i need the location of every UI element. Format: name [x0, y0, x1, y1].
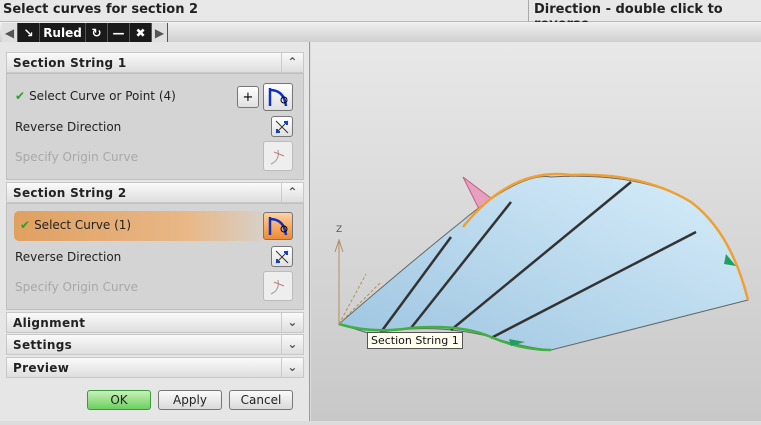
chevron-down-icon[interactable]: ⌄ [281, 358, 303, 377]
section-string-2-header[interactable]: Section String 2 ⌃ [6, 182, 304, 203]
close-icon[interactable]: ✖ [130, 23, 152, 42]
section-title: Section String 1 [13, 56, 127, 70]
section-string-1-header[interactable]: Section String 1 ⌃ [6, 52, 304, 73]
section-string-2-body: ✔ Select Curve (1) Reverse Direction Spec… [6, 203, 304, 310]
select-label: Select Curve (1) [34, 218, 132, 232]
dialog-title: Ruled [40, 23, 86, 42]
cue-line: Select curves for section 2 Direction - … [0, 0, 761, 32]
group-title: Preview [13, 361, 70, 375]
collapse-icon[interactable]: — [108, 23, 130, 42]
tooltip: Section String 1 [367, 332, 463, 349]
reverse-direction-label: Reverse Direction [15, 250, 122, 264]
chevron-down-icon[interactable]: ⌄ [281, 335, 303, 354]
dialog-rail: ◀ ↘ Ruled ↻ — ✖ ▶ [0, 22, 761, 42]
point-dialog-icon[interactable]: + [237, 86, 259, 108]
origin-curve-icon [263, 141, 293, 171]
specify-origin-curve-label: Specify Origin Curve [15, 280, 138, 294]
origin-curve-icon [263, 271, 293, 301]
rail-right-button[interactable]: ▶ [152, 23, 168, 42]
chevron-down-icon[interactable]: ⌄ [281, 313, 303, 332]
dialog-icon: ↘ [18, 23, 40, 42]
check-icon: ✔ [15, 89, 26, 103]
ok-button[interactable]: OK [87, 390, 151, 410]
preview-header[interactable]: Preview ⌄ [6, 357, 304, 378]
reverse-direction-icon[interactable] [271, 246, 293, 267]
axis-z-label: Z [336, 225, 342, 235]
surface [337, 175, 749, 351]
settings-header[interactable]: Settings ⌄ [6, 334, 304, 355]
section-title: Section String 2 [13, 186, 127, 200]
select-curve-or-point[interactable]: ✔ Select Curve or Point (4) [15, 89, 176, 103]
reverse-direction-icon[interactable] [271, 116, 293, 137]
ruled-surface-model: Z [334, 172, 750, 352]
chevron-up-icon[interactable]: ⌃ [281, 53, 303, 72]
curve-rule-icon[interactable] [263, 83, 293, 111]
group-title: Alignment [13, 316, 86, 330]
graphics-viewport[interactable]: Z [311, 42, 761, 421]
specify-origin-curve-label: Specify Origin Curve [15, 150, 138, 164]
check-icon: ✔ [20, 218, 31, 232]
ruled-dialog: Section String 1 ⌃ ✔ Select Curve or Point… [0, 42, 310, 421]
status-text: Direction - double click to reverse [528, 0, 761, 32]
apply-button[interactable]: Apply [158, 390, 222, 410]
section-string-1-body: ✔ Select Curve or Point (4) + Reverse Dir… [6, 73, 304, 180]
cancel-button[interactable]: Cancel [229, 390, 293, 410]
reset-icon[interactable]: ↻ [86, 23, 108, 42]
group-title: Settings [13, 338, 73, 352]
curve-rule-icon[interactable] [263, 212, 293, 240]
rail-left-button[interactable]: ◀ [2, 23, 18, 42]
select-curve-row[interactable]: ✔ Select Curve (1) [14, 211, 264, 241]
select-label: Select Curve or Point (4) [29, 89, 176, 103]
cue-text: Select curves for section 2 [3, 2, 199, 17]
alignment-header[interactable]: Alignment ⌄ [6, 312, 304, 333]
chevron-up-icon[interactable]: ⌃ [281, 183, 303, 202]
reverse-direction-label: Reverse Direction [15, 120, 122, 134]
